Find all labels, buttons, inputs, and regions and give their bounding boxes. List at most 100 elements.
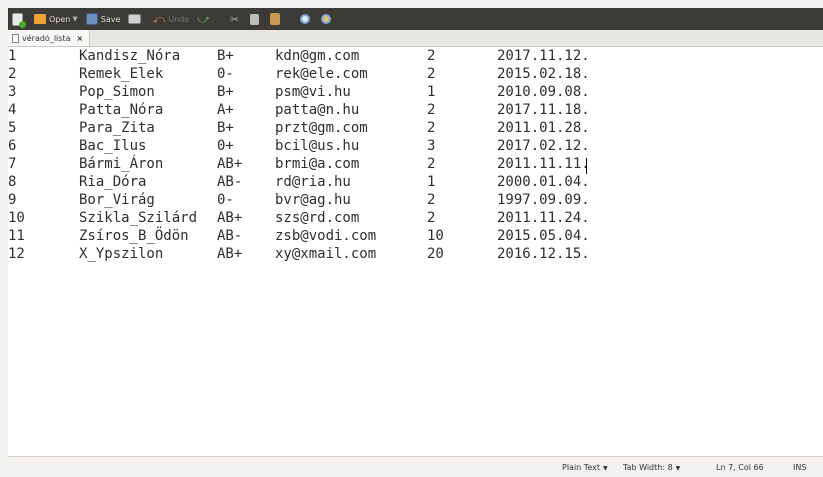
line-number: 4 bbox=[8, 102, 17, 118]
count-cell: 2 bbox=[427, 48, 436, 64]
insert-mode: INS bbox=[793, 463, 807, 472]
document-tab[interactable]: véradó_lista × bbox=[8, 30, 91, 46]
document-tabbar: véradó_lista × bbox=[8, 30, 823, 47]
count-cell: 1 bbox=[427, 174, 436, 190]
line-number: 11 bbox=[8, 228, 25, 244]
line-number: 12 bbox=[8, 246, 25, 262]
blood-type-cell: AB+ bbox=[217, 210, 243, 226]
save-button[interactable]: Save bbox=[85, 10, 121, 28]
count-cell: 2 bbox=[427, 102, 436, 118]
email-cell: szs@rd.com bbox=[275, 210, 360, 226]
new-document-icon bbox=[12, 12, 26, 28]
email-cell: patta@n.hu bbox=[275, 102, 360, 118]
date-cell: 2017.11.12. bbox=[497, 48, 590, 64]
language-selector[interactable]: Plain Text ▼ bbox=[562, 463, 608, 472]
redo-button[interactable]: ⤻ bbox=[197, 10, 213, 28]
date-cell: 2015.02.18. bbox=[497, 66, 590, 82]
copy-button[interactable] bbox=[250, 10, 262, 28]
count-cell: 2 bbox=[427, 120, 436, 136]
find-replace-button[interactable] bbox=[321, 10, 334, 28]
count-cell: 3 bbox=[427, 138, 436, 154]
open-folder-icon bbox=[34, 14, 46, 24]
name-cell: Ria_Dóra bbox=[79, 174, 147, 190]
line-number: 1 bbox=[8, 48, 17, 64]
redo-icon: ⤻ bbox=[197, 11, 210, 26]
count-cell: 2 bbox=[427, 210, 436, 226]
find-button[interactable] bbox=[300, 10, 313, 28]
count-cell: 20 bbox=[427, 246, 444, 262]
date-cell: 2015.05.04. bbox=[497, 228, 590, 244]
language-label: Plain Text bbox=[562, 463, 600, 472]
name-cell: Patta_Nóra bbox=[79, 102, 164, 118]
find-icon bbox=[300, 14, 311, 24]
line-number: 2 bbox=[8, 66, 17, 82]
count-cell: 2 bbox=[427, 66, 436, 82]
blood-type-cell: AB+ bbox=[217, 156, 243, 172]
name-cell: Remek_Elek bbox=[79, 66, 164, 82]
undo-icon: ⤺ bbox=[152, 11, 166, 26]
open-button[interactable]: Open ▼ bbox=[34, 10, 78, 28]
email-cell: xy@xmail.com bbox=[275, 246, 377, 262]
name-cell: Bármi_Áron bbox=[79, 156, 164, 172]
name-cell: Kandisz_Nóra bbox=[79, 48, 181, 64]
line-number: 10 bbox=[8, 210, 25, 226]
email-cell: zsb@vodi.com bbox=[275, 228, 377, 244]
email-cell: bcil@us.hu bbox=[275, 138, 360, 154]
blood-type-cell: AB- bbox=[217, 228, 243, 244]
chevron-down-icon: ▼ bbox=[602, 465, 608, 472]
new-button[interactable] bbox=[12, 10, 26, 28]
print-icon bbox=[128, 14, 142, 24]
name-cell: Szikla_Szilárd bbox=[79, 210, 198, 226]
date-cell: 2000.01.04. bbox=[497, 174, 590, 190]
name-cell: Zsíros_B_Ödön bbox=[79, 228, 189, 244]
date-cell: 2011.11.24. bbox=[497, 210, 590, 226]
count-cell: 1 bbox=[427, 84, 436, 100]
name-cell: Bor_Virág bbox=[79, 192, 155, 208]
toolbar-separator bbox=[295, 12, 296, 26]
find-replace-icon bbox=[321, 14, 332, 24]
line-number: 5 bbox=[8, 120, 17, 136]
save-icon bbox=[85, 13, 98, 25]
date-cell: 2011.11.11. bbox=[497, 156, 590, 172]
name-cell: Pop_Simon bbox=[79, 84, 155, 100]
undo-label: Undo bbox=[168, 14, 190, 24]
email-cell: bvr@ag.hu bbox=[275, 192, 351, 208]
close-icon[interactable]: × bbox=[76, 34, 83, 43]
tab-width-label: Tab Width: 8 bbox=[623, 463, 673, 472]
toolbar: Open ▼ Save ⤺ Undo ⤻ ✂ bbox=[8, 8, 823, 30]
line-number: 3 bbox=[8, 84, 17, 100]
blood-type-cell: AB- bbox=[217, 174, 243, 190]
blood-type-cell: B+ bbox=[217, 120, 234, 136]
cut-button[interactable]: ✂ bbox=[230, 10, 242, 28]
undo-button[interactable]: ⤺ Undo bbox=[152, 10, 189, 28]
email-cell: rek@ele.com bbox=[275, 66, 368, 82]
date-cell: 2017.11.18. bbox=[497, 102, 590, 118]
blood-type-cell: 0- bbox=[217, 66, 234, 82]
text-cursor bbox=[586, 158, 587, 174]
count-cell: 2 bbox=[427, 192, 436, 208]
line-number: 8 bbox=[8, 174, 17, 190]
blood-type-cell: 0+ bbox=[217, 138, 234, 154]
date-cell: 2010.09.08. bbox=[497, 84, 590, 100]
line-number: 6 bbox=[8, 138, 17, 154]
text-editor[interactable]: 1 Kandisz_Nóra B+ kdn@gm.com 2 2017.11.12. 2 Re… bbox=[8, 47, 823, 457]
statusbar: Plain Text ▼ Tab Width: 8 ▼ Ln 7, Col 66 I… bbox=[8, 456, 823, 477]
cut-icon: ✂ bbox=[229, 12, 240, 26]
email-cell: rd@ria.hu bbox=[275, 174, 351, 190]
save-label: Save bbox=[100, 14, 121, 24]
blood-type-cell: B+ bbox=[217, 84, 234, 100]
email-cell: kdn@gm.com bbox=[275, 48, 360, 64]
count-cell: 10 bbox=[427, 228, 444, 244]
email-cell: przt@gm.com bbox=[275, 120, 368, 136]
copy-icon bbox=[250, 13, 260, 25]
cursor-position: Ln 7, Col 66 bbox=[716, 463, 764, 472]
date-cell: 2011.01.28. bbox=[497, 120, 590, 136]
print-button[interactable] bbox=[128, 10, 144, 28]
open-dropdown-icon[interactable]: ▼ bbox=[72, 15, 77, 23]
chevron-down-icon: ▼ bbox=[675, 465, 681, 472]
tab-width-selector[interactable]: Tab Width: 8 ▼ bbox=[623, 463, 680, 472]
date-cell: 2016.12.15. bbox=[497, 246, 590, 262]
line-number: 7 bbox=[8, 156, 17, 172]
date-cell: 1997.09.09. bbox=[497, 192, 590, 208]
paste-button[interactable] bbox=[270, 10, 283, 28]
